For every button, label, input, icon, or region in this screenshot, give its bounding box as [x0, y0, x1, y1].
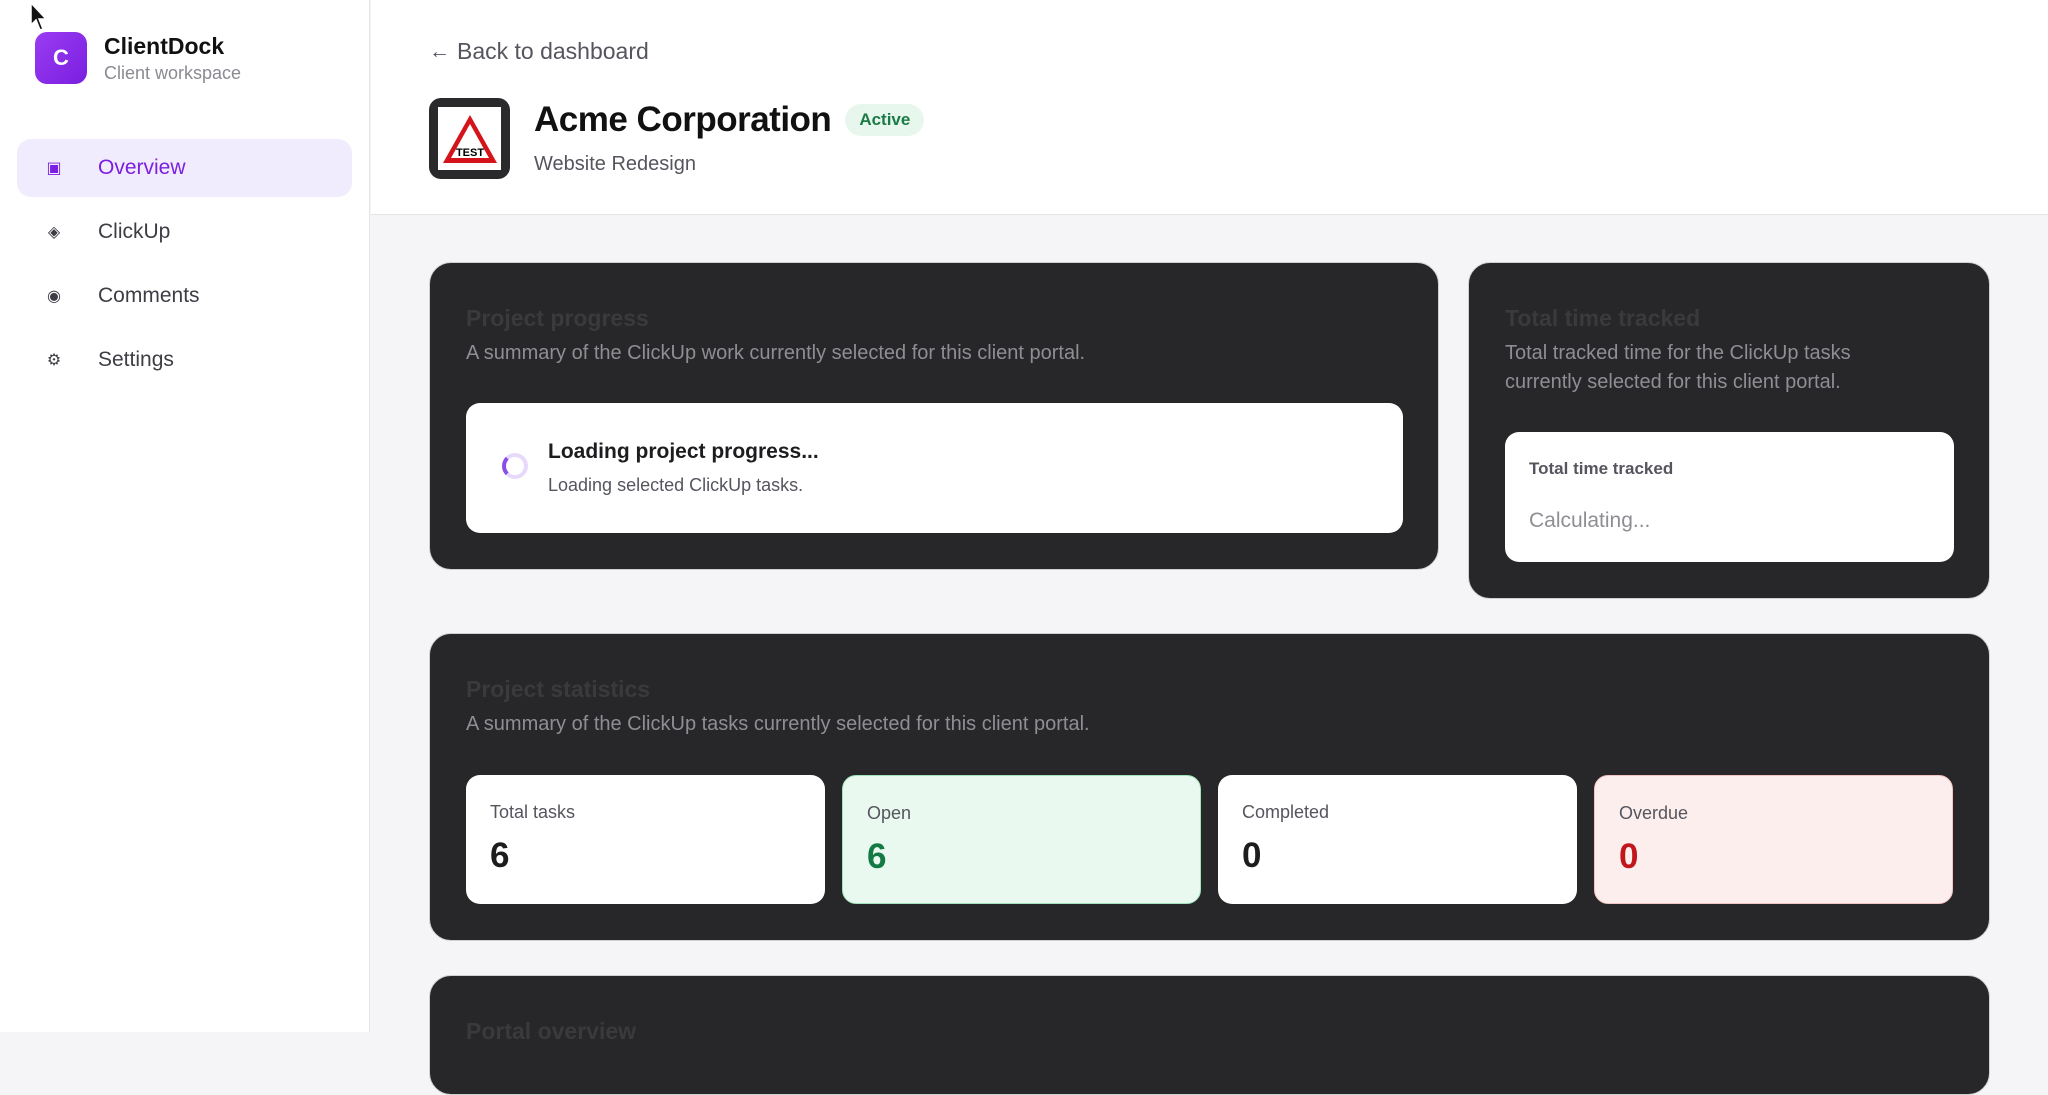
- project-progress-panel: Project progress A summary of the ClickU…: [429, 262, 1439, 570]
- diamond-icon: ◈: [47, 224, 61, 241]
- loading-title: Loading project progress...: [548, 440, 819, 463]
- sidebar: C ClientDock Client workspace ▣ Overview…: [0, 0, 370, 1032]
- panel-description: A summary of the ClickUp tasks currently…: [466, 713, 1090, 735]
- loading-box: Loading project progress... Loading sele…: [466, 403, 1403, 533]
- stat-value: 0: [1242, 836, 1262, 875]
- panel-description-line2: currently selected for this client porta…: [1505, 371, 1841, 393]
- sidebar-item-label: Comments: [98, 284, 200, 307]
- client-logo-image: TEST: [438, 107, 501, 170]
- stat-label: Total tasks: [490, 802, 576, 822]
- arrow-left-icon: ←: [429, 39, 450, 63]
- stat-card-completed: Completed 0: [1218, 775, 1577, 904]
- back-to-dashboard-link[interactable]: ← Back to dashboard: [429, 38, 649, 65]
- page-title: Acme Corporation: [534, 100, 832, 139]
- stat-card-open: Open 6: [842, 775, 1201, 904]
- page-header: ← Back to dashboard TEST Acme Corporatio…: [371, 0, 2048, 215]
- stat-label: Open: [867, 803, 912, 823]
- panel-description-line1: Total tracked time for the ClickUp tasks: [1505, 342, 1851, 364]
- stat-card-overdue: Overdue 0: [1594, 775, 1953, 904]
- brand[interactable]: C ClientDock Client workspace: [35, 32, 241, 84]
- brand-subtitle: Client workspace: [104, 62, 242, 83]
- project-name: Website Redesign: [534, 153, 696, 175]
- panel-title: Project statistics: [466, 676, 651, 702]
- time-tracked-label: Total time tracked: [1529, 459, 1674, 478]
- mouse-cursor-icon: [30, 2, 48, 31]
- circle-icon: ◉: [47, 288, 61, 305]
- gear-icon: ⚙: [46, 352, 62, 369]
- warning-triangle-icon: TEST: [442, 114, 497, 163]
- square-icon: ▣: [46, 160, 62, 177]
- brand-name: ClientDock: [104, 32, 225, 59]
- brand-text: ClientDock Client workspace: [104, 33, 241, 84]
- status-badge: Active: [845, 104, 925, 136]
- sidebar-item-comments[interactable]: ◉ Comments: [17, 267, 352, 325]
- stat-value: 6: [867, 837, 887, 876]
- sidebar-item-clickup[interactable]: ◈ ClickUp: [17, 203, 352, 261]
- brand-logo: C: [35, 32, 87, 84]
- stat-label: Completed: [1242, 802, 1330, 822]
- time-tracked-box: Total time tracked Calculating...: [1505, 432, 1954, 562]
- panel-title: Project progress: [466, 305, 649, 331]
- stat-card-total-tasks: Total tasks 6: [466, 775, 825, 904]
- title-row: Acme Corporation Active: [534, 100, 925, 140]
- stat-value: 6: [490, 836, 510, 875]
- portal-overview-panel: Portal overview: [429, 975, 1990, 1095]
- stat-value: 0: [1619, 837, 1639, 876]
- sidebar-item-label: Settings: [98, 348, 174, 371]
- sidebar-nav: ▣ Overview ◈ ClickUp ◉ Comments ⚙ Settin…: [17, 139, 352, 395]
- panel-description: A summary of the ClickUp work currently …: [466, 342, 1086, 364]
- stat-label: Overdue: [1619, 803, 1689, 823]
- time-tracked-panel: Total time tracked Total tracked time fo…: [1468, 262, 1990, 599]
- panel-title: Total time tracked: [1505, 305, 1701, 331]
- time-tracked-value: Calculating...: [1529, 509, 1651, 532]
- sidebar-item-label: Overview: [98, 156, 186, 179]
- back-link-label: Back to dashboard: [457, 38, 649, 64]
- sidebar-item-label: ClickUp: [98, 220, 171, 243]
- spinner-icon: [502, 453, 528, 479]
- client-logo: TEST: [429, 98, 510, 179]
- loading-subtitle: Loading selected ClickUp tasks.: [548, 475, 804, 495]
- logo-text: TEST: [455, 147, 483, 159]
- sidebar-item-overview[interactable]: ▣ Overview: [17, 139, 352, 197]
- sidebar-item-settings[interactable]: ⚙ Settings: [17, 331, 352, 389]
